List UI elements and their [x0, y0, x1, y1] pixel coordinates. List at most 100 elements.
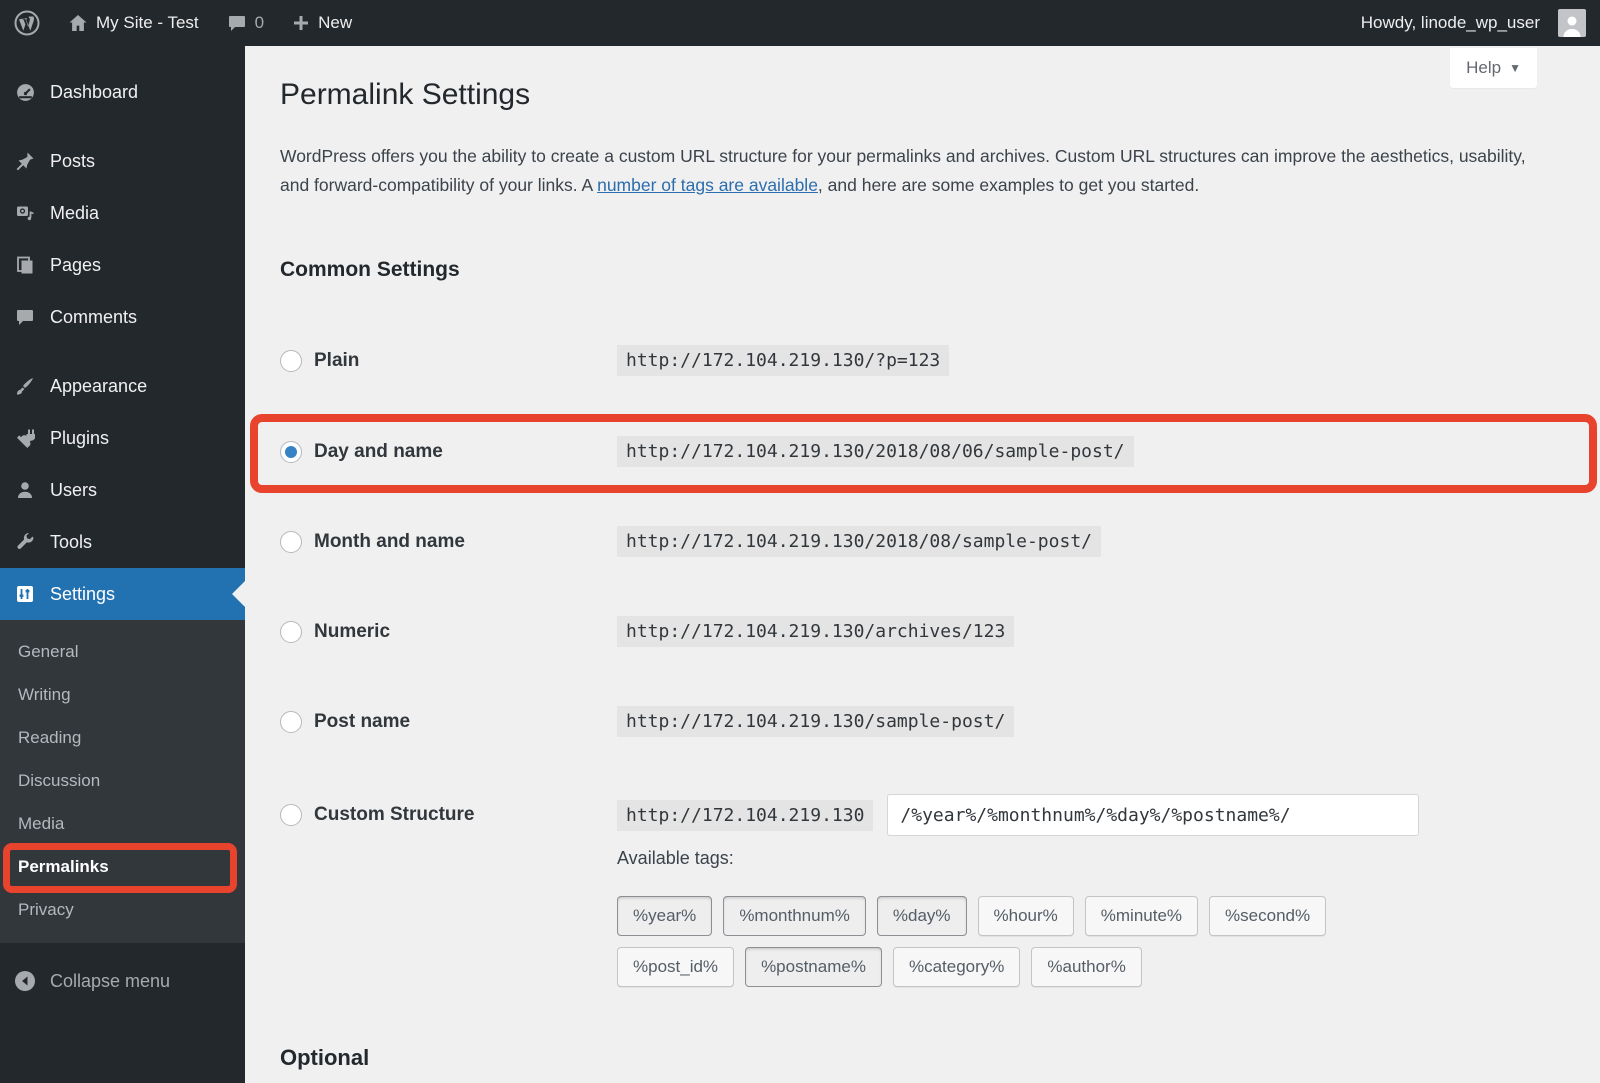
sidebar-item-users[interactable]: Users — [0, 464, 245, 516]
paintbrush-icon — [14, 376, 36, 396]
comments-menu[interactable]: 0 — [213, 0, 278, 46]
wordpress-logo-icon — [14, 10, 40, 36]
sidebar-item-label: Comments — [50, 306, 138, 327]
tag-button-postname[interactable]: %postname% — [745, 947, 882, 987]
admin-bar: My Site - Test 0 New Howdy, linode_wp_us… — [0, 0, 1600, 46]
option-label[interactable]: Plain — [314, 350, 359, 372]
site-name-label: My Site - Test — [96, 13, 199, 32]
sidebar-item-label: Settings — [50, 583, 116, 604]
option-row-numeric: Numeric http://172.104.219.130/archives/… — [280, 616, 1015, 647]
option-row-month-and-name: Month and name http://172.104.219.130/20… — [280, 526, 1101, 557]
sidebar-item-dashboard[interactable]: Dashboard — [0, 66, 245, 118]
sidebar-item-label: Appearance — [50, 375, 148, 396]
option-url-example: http://172.104.219.130/sample-post/ — [617, 706, 1015, 737]
submenu-label: General — [18, 641, 79, 661]
sidebar-item-label: Tools — [50, 531, 93, 552]
submenu-item-media[interactable]: Media — [0, 802, 245, 845]
pushpin-icon — [14, 151, 36, 171]
sidebar-item-label: Posts — [50, 150, 96, 171]
submenu-item-privacy[interactable]: Privacy — [0, 888, 245, 931]
tag-button-day[interactable]: %day% — [876, 896, 967, 936]
sidebar-item-label: Dashboard — [50, 81, 139, 102]
option-label[interactable]: Day and name — [314, 441, 443, 463]
wrench-icon — [14, 532, 36, 552]
option-row-day-and-name: Day and name http://172.104.219.130/2018… — [280, 436, 1134, 467]
radio-day-and-name[interactable] — [280, 440, 302, 463]
avatar — [1558, 9, 1586, 37]
wordpress-logo-menu[interactable] — [0, 0, 54, 46]
sidebar-item-pages[interactable]: Pages — [0, 239, 245, 291]
collapse-menu-label: Collapse menu — [50, 970, 171, 991]
option-url-example: http://172.104.219.130/2018/08/06/sample… — [617, 436, 1134, 467]
option-url-example: http://172.104.219.130/archives/123 — [617, 616, 1015, 647]
settings-submenu: General Writing Reading Discussion Media… — [0, 620, 245, 943]
sidebar-item-posts[interactable]: Posts — [0, 135, 245, 187]
sidebar-item-appearance[interactable]: Appearance — [0, 360, 245, 412]
help-label: Help — [1466, 58, 1502, 77]
sidebar-item-label: Users — [50, 479, 98, 500]
radio-numeric[interactable] — [280, 620, 302, 643]
submenu-item-reading[interactable]: Reading — [0, 716, 245, 759]
admin-sidebar: Dashboard Posts Media Pages Comments App… — [0, 46, 245, 1083]
plug-icon — [14, 428, 36, 448]
site-name-menu[interactable]: My Site - Test — [54, 0, 213, 46]
custom-structure-input[interactable] — [887, 794, 1420, 836]
new-menu[interactable]: New — [278, 0, 366, 46]
radio-custom-structure[interactable] — [280, 804, 302, 826]
help-button[interactable]: Help ▼ — [1450, 48, 1537, 88]
tag-button-minute[interactable]: %minute% — [1084, 896, 1199, 936]
option-url-example: http://172.104.219.130/2018/08/sample-po… — [617, 526, 1101, 557]
new-label: New — [318, 13, 353, 32]
page-title: Permalink Settings — [280, 78, 531, 111]
submenu-item-general[interactable]: General — [0, 630, 245, 673]
submenu-label: Privacy — [18, 899, 74, 919]
submenu-label: Writing — [18, 684, 71, 704]
user-icon — [14, 480, 36, 500]
option-row-custom-structure: Custom Structure http://172.104.219.130 — [280, 794, 1420, 836]
option-row-post-name: Post name http://172.104.219.130/sample-… — [280, 706, 1015, 737]
radio-post-name[interactable] — [280, 710, 302, 733]
sidebar-item-comments[interactable]: Comments — [0, 291, 245, 343]
submenu-item-discussion[interactable]: Discussion — [0, 759, 245, 802]
submenu-item-writing[interactable]: Writing — [0, 673, 245, 716]
plus-icon — [292, 14, 310, 32]
my-account-menu[interactable]: Howdy, linode_wp_user — [1347, 0, 1586, 46]
sidebar-item-tools[interactable]: Tools — [0, 516, 245, 568]
custom-structure-base-url: http://172.104.219.130 — [617, 799, 874, 831]
tag-button-year[interactable]: %year% — [617, 896, 713, 936]
submenu-label: Media — [18, 813, 65, 833]
tag-button-hour[interactable]: %hour% — [977, 896, 1074, 936]
tag-button-post-id[interactable]: %post_id% — [617, 947, 735, 987]
intro-text-after: , and here are some examples to get you … — [817, 175, 1200, 195]
available-tags-row-2: %post_id% %postname% %category% %author% — [617, 947, 1142, 987]
option-label[interactable]: Numeric — [314, 621, 390, 643]
option-url-example: http://172.104.219.130/?p=123 — [617, 345, 950, 376]
tag-button-category[interactable]: %category% — [892, 947, 1021, 987]
sidebar-item-media[interactable]: Media — [0, 187, 245, 239]
sidebar-item-plugins[interactable]: Plugins — [0, 412, 245, 464]
pages-icon — [14, 255, 36, 275]
tags-available-link[interactable]: number of tags are available — [597, 175, 818, 195]
active-menu-arrow — [232, 581, 245, 607]
submenu-label: Reading — [18, 727, 82, 747]
tag-button-author[interactable]: %author% — [1031, 947, 1142, 987]
sidebar-item-label: Pages — [50, 254, 102, 275]
submenu-label: Permalinks — [18, 856, 109, 876]
home-icon — [68, 13, 88, 33]
tag-button-monthnum[interactable]: %monthnum% — [723, 896, 866, 936]
option-label[interactable]: Post name — [314, 711, 410, 733]
tag-button-second[interactable]: %second% — [1209, 896, 1327, 936]
radio-month-and-name[interactable] — [280, 530, 302, 553]
comments-icon — [14, 307, 36, 327]
submenu-item-permalinks[interactable]: Permalinks — [0, 845, 245, 888]
settings-icon — [14, 584, 36, 604]
comment-count: 0 — [254, 13, 265, 32]
option-label[interactable]: Month and name — [314, 531, 465, 553]
dashboard-icon — [14, 82, 36, 103]
sidebar-item-settings[interactable]: Settings — [0, 568, 245, 620]
option-label[interactable]: Custom Structure — [314, 804, 474, 826]
chevron-down-icon: ▼ — [1509, 61, 1521, 75]
collapse-menu-button[interactable]: Collapse menu — [0, 955, 245, 1007]
radio-plain[interactable] — [280, 349, 302, 372]
howdy-label: Howdy, linode_wp_user — [1360, 13, 1540, 32]
